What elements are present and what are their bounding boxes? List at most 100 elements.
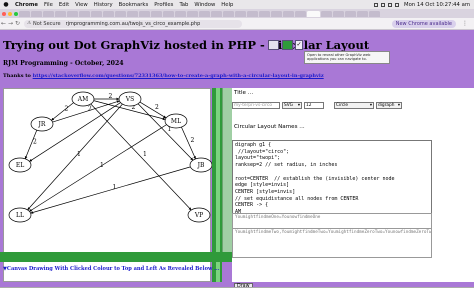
tooltip: Open to reveal other GraphViz web applic… [304,51,390,64]
browser-tab[interactable] [357,10,368,17]
graphviz-menu-icon[interactable] [268,40,279,50]
browser-tab[interactable] [151,10,162,17]
graph-node-ml: ML [164,113,188,129]
macos-menu-bar: ● Chrome File Edit View History Bookmark… [0,0,474,9]
graph-node-label: VS [125,96,134,103]
not-secure-warning-icon[interactable]: ⚠ [27,21,31,26]
back-arrow-icon[interactable]: ← [0,20,7,27]
browser-tab[interactable] [55,10,66,17]
title-label: Title ... [234,90,254,96]
browser-tab[interactable] [259,10,270,17]
canvas-drawing-toggle[interactable]: ▼Canvas Drawing With Clicked Colour to T… [3,266,219,272]
browser-tab[interactable] [139,10,150,17]
menu-tab[interactable]: Tab [179,2,188,8]
graph-edge-vs-el [29,102,121,162]
maximize-window-icon[interactable] [14,11,18,16]
browser-tab[interactable] [175,10,186,17]
url-text[interactable]: rjmprogramming.com.au/twojs_vs_circo_exa… [66,21,201,27]
browser-tab-active[interactable] [307,10,320,17]
graph-node-label: LL [16,212,24,219]
chevron-down-icon: ▾ [297,102,300,108]
size-input[interactable]: 12 [304,102,324,109]
graph-edge-label: 1 [143,151,147,158]
format-select[interactable]: SVG ▾ [282,102,302,109]
menu-clock[interactable]: Mon 14 Oct 10:27:44 am [404,2,470,8]
browser-tab[interactable] [283,10,294,17]
browser-tab[interactable] [43,10,54,17]
menu-edit[interactable]: Edit [59,2,69,8]
new-chrome-available-button[interactable]: New Chrome available [391,20,456,28]
browser-tab[interactable] [19,10,30,17]
graph-edge-label: 1 [77,151,81,158]
checkmark-icon[interactable]: ✓ [295,40,303,50]
graph-node-jr: JR [30,116,54,132]
canvas-colour-icon[interactable] [282,40,293,50]
graph-node-label: ML [171,118,181,125]
menu-view[interactable]: View [75,2,88,8]
title-input[interactable]: my-terpri-vs-circo [232,102,280,109]
browser-tab[interactable] [333,10,344,17]
browser-tab[interactable] [91,10,102,17]
address-bar[interactable]: ⚠ Not Secure rjmprogramming.com.au/twojs… [24,19,242,28]
thanks-line: Thanks to https://stackoverflow.com/ques… [3,73,324,79]
browser-tab[interactable] [321,10,332,17]
kebab-menu-icon[interactable]: ⋮ [462,20,468,27]
web-page: Trying out Dot GraphViz hosted in PHP - … [0,30,474,296]
browser-tab[interactable] [211,10,222,17]
browser-tab[interactable] [187,10,198,17]
graph-edge-label: 2 [33,139,37,146]
browser-tab[interactable] [295,10,306,17]
thanks-link[interactable]: https://stackoverflow.com/questions/7233… [33,73,324,79]
browser-tab[interactable] [79,10,90,17]
menu-help[interactable]: Help [221,2,233,8]
horizontal-green-bar [0,252,232,262]
close-window-icon[interactable] [2,11,6,16]
menu-bookmarks[interactable]: Bookmarks [119,2,149,8]
graph-edge-ml-ll [29,124,167,212]
menu-profiles[interactable]: Profiles [154,2,173,8]
browser-tab[interactable] [345,10,356,17]
vertical-scrollbar[interactable] [222,88,232,252]
minimize-window-icon[interactable] [8,11,12,16]
page-subtitle: RJM Programming - October, 2024 [3,60,124,67]
graph-node-label: AM [77,96,88,103]
browser-tab[interactable] [199,10,210,17]
battery-icon[interactable] [395,2,399,7]
menu-app-chrome[interactable]: Chrome [15,2,38,8]
format-select-value: SVG [284,102,293,108]
status-icon[interactable] [374,2,378,7]
title-row: my-terpri-vs-circo SVG ▾ 12 Circle ▾ digra… [232,101,402,110]
graph-type-select[interactable]: digraph ▾ [376,102,402,109]
browser-tab[interactable] [31,10,42,17]
security-label[interactable]: Not Secure [33,21,61,27]
status-icon[interactable] [381,2,385,7]
graph-node-jb: JB [189,157,212,173]
browser-tab[interactable] [127,10,138,17]
browser-tab[interactable] [103,10,114,17]
menu-window[interactable]: Window [194,2,215,8]
browser-tab[interactable] [115,10,126,17]
graph-edge-jb-ll [30,166,191,214]
menu-file[interactable]: File [44,2,53,8]
graph-edge-label: 2 [88,106,92,113]
browser-tab[interactable] [271,10,282,17]
menu-history[interactable]: History [94,2,113,8]
dot-code-textarea[interactable]: digraph g1 { //layout="circo"; layout="t… [232,140,432,218]
forward-arrow-icon[interactable]: → [7,20,14,27]
browser-tab[interactable] [247,10,258,17]
browser-tab-strip [0,9,474,18]
browser-tab[interactable] [223,10,234,17]
browser-tab[interactable] [67,10,78,17]
names-label: Circular Layout Names ... [234,124,305,130]
node-list-input-2[interactable]: YoumightfindmeTwo,YoumightfindmeTwo=Youm… [232,228,432,258]
browser-tab[interactable] [235,10,246,17]
apple-logo-icon[interactable]: ● [3,1,9,8]
browser-tab[interactable] [163,10,174,17]
browser-tab[interactable] [369,10,380,17]
shape-select[interactable]: Circle ▾ [334,102,374,109]
graph-node-label: JB [197,162,205,169]
graph-node-label: JR [38,121,46,128]
wifi-icon[interactable] [388,2,392,7]
graph-edge-label: 2 [65,106,69,113]
reload-icon[interactable]: ↻ [14,20,21,27]
